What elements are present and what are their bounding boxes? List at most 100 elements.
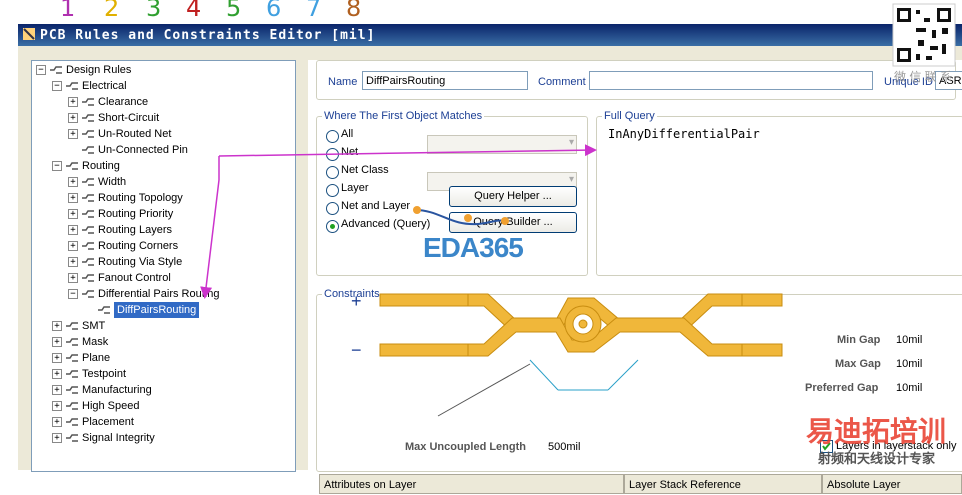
rule-icon xyxy=(82,114,94,122)
max-uncoupled-length-value[interactable]: 500mil xyxy=(548,441,580,453)
preferred-gap-label: Preferred Gap xyxy=(805,382,879,394)
collapse-icon[interactable]: − xyxy=(36,65,46,75)
tree-item[interactable]: − Routing xyxy=(32,158,295,174)
smt-icon xyxy=(66,322,78,330)
preferred-gap-value[interactable]: 10mil xyxy=(896,382,922,394)
expand-icon[interactable]: + xyxy=(68,225,78,235)
tree-item[interactable]: + Routing Corners xyxy=(32,238,295,254)
min-gap-value[interactable]: 10mil xyxy=(896,334,922,346)
expand-icon[interactable]: + xyxy=(68,97,78,107)
expand-icon[interactable]: + xyxy=(68,129,78,139)
expand-icon[interactable]: + xyxy=(52,385,62,395)
tree-item-label: Routing Layers xyxy=(98,224,172,236)
tree-item[interactable]: + Placement xyxy=(32,414,295,430)
rule-icon xyxy=(82,130,94,138)
tree-item-label: Clearance xyxy=(98,96,149,108)
digit-4: 4 xyxy=(186,0,202,22)
tree-item[interactable]: + Width xyxy=(32,174,295,190)
tree-item[interactable]: − Design Rules xyxy=(32,62,295,78)
tree-item-label: Electrical xyxy=(82,80,127,92)
routing-rule-icon xyxy=(82,290,94,298)
tree-item-label: Testpoint xyxy=(82,368,127,380)
tree-item[interactable]: DiffPairsRouting xyxy=(32,302,295,318)
rule-panel: Name DiffPairsRouting Comment Unique ID … xyxy=(308,60,962,494)
tree-item-label: Routing xyxy=(82,160,120,172)
tree-item[interactable]: Un-Connected Pin xyxy=(32,142,295,158)
tree-item[interactable]: + Clearance xyxy=(32,94,295,110)
tree-item-label: Routing Topology xyxy=(98,192,183,204)
table-header-layer-stack[interactable]: Layer Stack Reference xyxy=(624,474,822,494)
routing-icon xyxy=(66,162,78,170)
tree-item-label: SMT xyxy=(82,320,106,332)
rule-icon xyxy=(82,146,94,154)
digit-6: 6 xyxy=(266,0,282,22)
table-header-attributes[interactable]: Attributes on Layer xyxy=(319,474,624,494)
manufacturing-icon xyxy=(66,386,78,394)
digit-5: 5 xyxy=(226,0,242,22)
expand-icon[interactable]: + xyxy=(68,257,78,267)
expand-icon[interactable]: + xyxy=(52,369,62,379)
expand-icon[interactable]: + xyxy=(52,417,62,427)
tree-item[interactable]: − Electrical xyxy=(32,78,295,94)
expand-icon[interactable]: + xyxy=(68,177,78,187)
testpoint-icon xyxy=(66,370,78,378)
tree-item-label: Routing Via Style xyxy=(98,256,183,268)
tree-item[interactable]: + High Speed xyxy=(32,398,295,414)
tree-item[interactable]: + Signal Integrity xyxy=(32,430,295,446)
tree-item[interactable]: + Routing Layers xyxy=(32,222,295,238)
routing-rule-icon xyxy=(82,178,94,186)
digit-1: 1 xyxy=(60,0,76,22)
collapse-icon[interactable]: − xyxy=(52,81,62,91)
tree-item[interactable]: + Testpoint xyxy=(32,366,295,382)
tree-item[interactable]: − Differential Pairs Routing xyxy=(32,286,295,302)
tree-item[interactable]: + Manufacturing xyxy=(32,382,295,398)
collapse-icon[interactable]: − xyxy=(52,161,62,171)
expand-icon[interactable]: + xyxy=(52,353,62,363)
expand-icon[interactable]: + xyxy=(68,209,78,219)
expand-icon[interactable]: + xyxy=(68,241,78,251)
expand-icon[interactable]: + xyxy=(52,321,62,331)
expand-icon[interactable]: + xyxy=(68,113,78,123)
tree-item-label: Routing Priority xyxy=(98,208,174,220)
tree-item[interactable]: + Routing Via Style xyxy=(32,254,295,270)
max-gap-value[interactable]: 10mil xyxy=(896,358,922,370)
tree-item-label: Mask xyxy=(82,336,109,348)
table-header-absolute-layer[interactable]: Absolute Layer xyxy=(822,474,962,494)
tree-item-label: High Speed xyxy=(82,400,140,412)
tree-item-label: Differential Pairs Routing xyxy=(98,288,220,300)
digit-3: 3 xyxy=(146,0,162,22)
tree-item[interactable]: + Mask xyxy=(32,334,295,350)
diff-pair-diagram xyxy=(379,293,783,417)
electrical-icon xyxy=(66,82,78,90)
tree-item-label: Un-Connected Pin xyxy=(98,144,188,156)
tree-item[interactable]: + Plane xyxy=(32,350,295,366)
tree-item-label: Signal Integrity xyxy=(82,432,155,444)
high-speed-icon xyxy=(66,402,78,410)
expand-icon[interactable]: + xyxy=(52,433,62,443)
max-gap-label: Max Gap xyxy=(835,358,881,370)
rules-tree[interactable]: − Design Rules − Electrical + Clearance + Short… xyxy=(31,60,296,472)
routing-rule-icon xyxy=(82,210,94,218)
tree-item[interactable]: + Un-Routed Net xyxy=(32,126,295,142)
tree-item[interactable]: + Short-Circuit xyxy=(32,110,295,126)
tree-item-label: Width xyxy=(98,176,127,188)
tree-item-label: Manufacturing xyxy=(82,384,152,396)
title-bar[interactable]: PCB Rules and Constraints Editor [mil] xyxy=(18,24,962,46)
expand-icon[interactable]: + xyxy=(52,401,62,411)
tree-item[interactable]: + Routing Topology xyxy=(32,190,295,206)
routing-rule-icon xyxy=(82,194,94,202)
routing-rule-icon xyxy=(82,274,94,282)
tree-item-label: Short-Circuit xyxy=(98,112,160,124)
min-gap-label: Min Gap xyxy=(837,334,881,346)
tree-item[interactable]: + Fanout Control xyxy=(32,270,295,286)
tree-item[interactable]: + Routing Priority xyxy=(32,206,295,222)
routing-rule-icon xyxy=(82,226,94,234)
expand-icon[interactable]: + xyxy=(68,273,78,283)
tree-item[interactable]: + SMT xyxy=(32,318,295,334)
expand-icon[interactable]: + xyxy=(68,193,78,203)
expand-icon[interactable]: + xyxy=(52,337,62,347)
app-icon xyxy=(23,28,35,40)
digit-8: 8 xyxy=(346,0,362,22)
training-watermark: 易迪拓培训 xyxy=(806,416,947,447)
collapse-icon[interactable]: − xyxy=(68,289,78,299)
